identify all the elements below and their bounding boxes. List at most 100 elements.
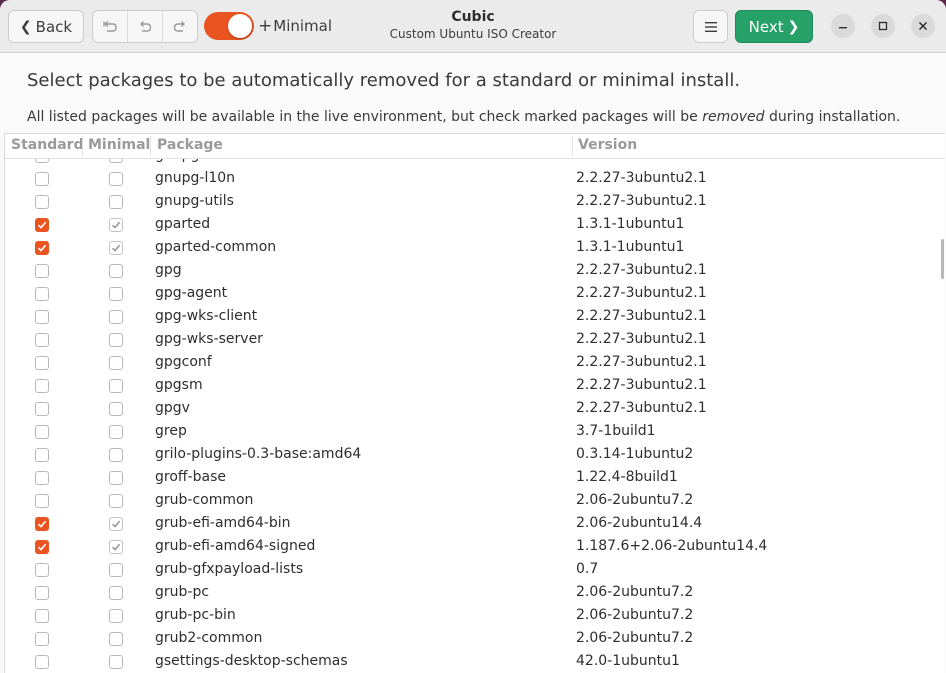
table-row[interactable]: grub-pc-bin 2.06-2ubuntu7.2 bbox=[5, 606, 945, 629]
minimal-checkbox[interactable] bbox=[109, 540, 123, 554]
table-row[interactable]: gpg-wks-server 2.2.27-3ubuntu2.1 bbox=[5, 330, 945, 353]
column-header-version[interactable]: Version bbox=[578, 137, 637, 153]
table-row[interactable]: grep 3.7-1build1 bbox=[5, 422, 945, 445]
standard-checkbox[interactable] bbox=[35, 241, 49, 255]
next-button[interactable]: Next ❯ bbox=[735, 10, 813, 43]
vertical-scrollbar[interactable] bbox=[941, 239, 944, 279]
table-row[interactable]: grub2-common 2.06-2ubuntu7.2 bbox=[5, 629, 945, 652]
package-version: 2.06-2ubuntu7.2 bbox=[576, 492, 694, 508]
package-name: groff-base bbox=[155, 469, 226, 485]
standard-checkbox[interactable] bbox=[35, 632, 49, 646]
package-version: 2.2.27-3ubuntu2.1 bbox=[576, 170, 707, 186]
minimal-checkbox[interactable] bbox=[109, 172, 123, 186]
standard-checkbox[interactable] bbox=[35, 494, 49, 508]
standard-checkbox[interactable] bbox=[35, 609, 49, 623]
table-row[interactable]: gpgsm 2.2.27-3ubuntu2.1 bbox=[5, 376, 945, 399]
maximize-icon bbox=[878, 21, 888, 31]
minimal-toggle-switch[interactable] bbox=[204, 12, 254, 40]
standard-checkbox[interactable] bbox=[35, 448, 49, 462]
chevron-left-icon: ❮ bbox=[19, 18, 32, 35]
minimal-checkbox[interactable] bbox=[109, 241, 123, 255]
minimal-checkbox[interactable] bbox=[109, 448, 123, 462]
minimal-checkbox[interactable] bbox=[109, 494, 123, 508]
minimal-checkbox[interactable] bbox=[109, 333, 123, 347]
standard-checkbox[interactable] bbox=[35, 264, 49, 278]
minimal-checkbox[interactable] bbox=[109, 609, 123, 623]
package-version: 2.2.27-3ubuntu2.1 bbox=[576, 354, 707, 370]
standard-checkbox[interactable] bbox=[35, 540, 49, 554]
column-separator bbox=[82, 136, 83, 156]
table-row[interactable]: gpg 2.2.27-3ubuntu2.1 bbox=[5, 261, 945, 284]
table-row[interactable]: gpgv 2.2.27-3ubuntu2.1 bbox=[5, 399, 945, 422]
package-version: 2.2.27-3ubuntu2.1 bbox=[576, 331, 707, 347]
chevron-right-icon: ❯ bbox=[787, 18, 800, 35]
minimal-checkbox[interactable] bbox=[109, 218, 123, 232]
menu-button[interactable] bbox=[693, 10, 728, 43]
table-row[interactable]: groff-base 1.22.4-8build1 bbox=[5, 468, 945, 491]
table-row[interactable]: gparted 1.3.1-1ubuntu1 bbox=[5, 215, 945, 238]
minimal-checkbox[interactable] bbox=[109, 586, 123, 600]
standard-checkbox[interactable] bbox=[35, 310, 49, 324]
minimize-button[interactable] bbox=[831, 14, 855, 38]
standard-checkbox[interactable] bbox=[35, 333, 49, 347]
table-row[interactable]: grub-efi-amd64-signed 1.187.6+2.06-2ubunt… bbox=[5, 537, 945, 560]
standard-checkbox[interactable] bbox=[35, 379, 49, 393]
column-headers: Standard Minimal Package Version bbox=[5, 134, 945, 159]
column-separator bbox=[572, 136, 573, 156]
table-row[interactable]: gnupg-l10n 2.2.27-3ubuntu2.1 bbox=[5, 169, 945, 192]
standard-checkbox[interactable] bbox=[35, 287, 49, 301]
table-row[interactable]: grub-common 2.06-2ubuntu7.2 bbox=[5, 491, 945, 514]
package-version: 1.187.6+2.06-2ubuntu14.4 bbox=[576, 538, 768, 554]
column-header-minimal[interactable]: Minimal bbox=[88, 137, 150, 153]
minimal-checkbox[interactable] bbox=[109, 471, 123, 485]
standard-checkbox[interactable] bbox=[35, 425, 49, 439]
minimal-checkbox[interactable] bbox=[109, 655, 123, 669]
minimal-checkbox[interactable] bbox=[109, 264, 123, 278]
package-name: gpg-wks-client bbox=[155, 308, 258, 324]
minimal-checkbox[interactable] bbox=[109, 287, 123, 301]
back-button[interactable]: ❮ Back bbox=[8, 10, 84, 43]
package-version: 2.06-2ubuntu7.2 bbox=[576, 630, 694, 646]
table-row[interactable]: gpgconf 2.2.27-3ubuntu2.1 bbox=[5, 353, 945, 376]
standard-checkbox[interactable] bbox=[35, 563, 49, 577]
standard-checkbox[interactable] bbox=[35, 471, 49, 485]
standard-checkbox[interactable] bbox=[35, 195, 49, 209]
table-row[interactable]: gpg-wks-client 2.2.27-3ubuntu2.1 bbox=[5, 307, 945, 330]
package-name: grub-efi-amd64-signed bbox=[155, 538, 316, 554]
minimal-checkbox[interactable] bbox=[109, 310, 123, 324]
minimal-checkbox[interactable] bbox=[109, 563, 123, 577]
table-row[interactable]: grilo-plugins-0.3-base:amd64 0.3.14-1ubun… bbox=[5, 445, 945, 468]
undo-all-button[interactable] bbox=[93, 11, 127, 42]
close-button[interactable] bbox=[911, 14, 935, 38]
standard-checkbox[interactable] bbox=[35, 402, 49, 416]
package-version: 2.2.27-3ubuntu2.1 bbox=[576, 400, 707, 416]
standard-checkbox[interactable] bbox=[35, 218, 49, 232]
minimal-checkbox[interactable] bbox=[109, 402, 123, 416]
minimal-checkbox[interactable] bbox=[109, 379, 123, 393]
undo-button[interactable] bbox=[127, 11, 162, 42]
minimal-checkbox[interactable] bbox=[109, 356, 123, 370]
minimal-checkbox[interactable] bbox=[109, 195, 123, 209]
standard-checkbox[interactable] bbox=[35, 172, 49, 186]
table-row[interactable]: grub-gfxpayload-lists 0.7 bbox=[5, 560, 945, 583]
table-row[interactable]: gnupg-utils 2.2.27-3ubuntu2.1 bbox=[5, 192, 945, 215]
package-name: gnupg-l10n bbox=[155, 170, 236, 186]
maximize-button[interactable] bbox=[871, 14, 895, 38]
standard-checkbox[interactable] bbox=[35, 517, 49, 531]
table-row[interactable]: gsettings-desktop-schemas 42.0-1ubuntu1 bbox=[5, 652, 945, 673]
standard-checkbox[interactable] bbox=[35, 655, 49, 669]
minimal-checkbox[interactable] bbox=[109, 425, 123, 439]
table-row[interactable]: gpg-agent 2.2.27-3ubuntu2.1 bbox=[5, 284, 945, 307]
minimal-checkbox[interactable] bbox=[109, 517, 123, 531]
table-row[interactable]: grub-efi-amd64-bin 2.06-2ubuntu14.4 bbox=[5, 514, 945, 537]
table-row[interactable]: gparted-common 1.3.1-1ubuntu1 bbox=[5, 238, 945, 261]
app-subtitle: Custom Ubuntu ISO Creator bbox=[389, 27, 557, 41]
redo-button[interactable] bbox=[162, 11, 197, 42]
standard-checkbox[interactable] bbox=[35, 586, 49, 600]
table-row[interactable]: grub-pc 2.06-2ubuntu7.2 bbox=[5, 583, 945, 606]
column-header-package[interactable]: Package bbox=[157, 137, 223, 153]
standard-checkbox[interactable] bbox=[35, 356, 49, 370]
column-header-standard[interactable]: Standard bbox=[11, 137, 84, 153]
redo-icon bbox=[173, 20, 185, 32]
minimal-checkbox[interactable] bbox=[109, 632, 123, 646]
